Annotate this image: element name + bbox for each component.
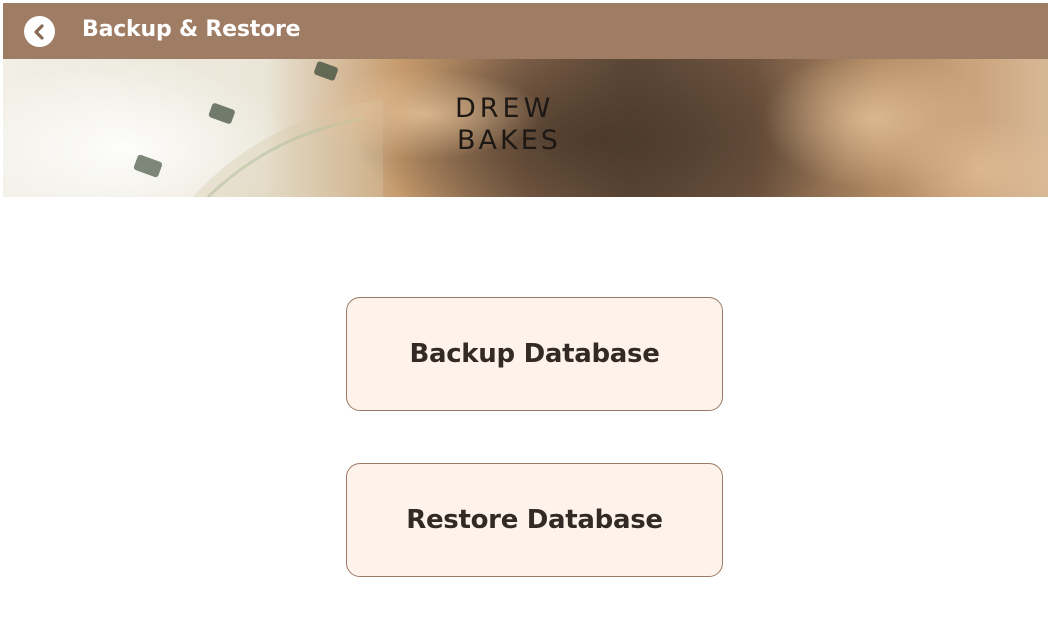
logo-text-line1: DREW	[455, 93, 555, 124]
logo-text-line2: BAKES	[457, 125, 561, 156]
restore-database-label: Restore Database	[406, 505, 663, 535]
backup-database-button[interactable]: Backup Database	[346, 297, 723, 411]
backup-database-label: Backup Database	[409, 339, 660, 369]
page-title: Backup & Restore	[82, 17, 301, 42]
title-bar: Backup & Restore	[3, 3, 1048, 59]
back-button[interactable]	[24, 16, 55, 47]
chevron-left-icon	[33, 23, 44, 40]
app-window: Backup & Restore DREW BAKES Backup Datab…	[0, 0, 1051, 637]
restore-database-button[interactable]: Restore Database	[346, 463, 723, 577]
